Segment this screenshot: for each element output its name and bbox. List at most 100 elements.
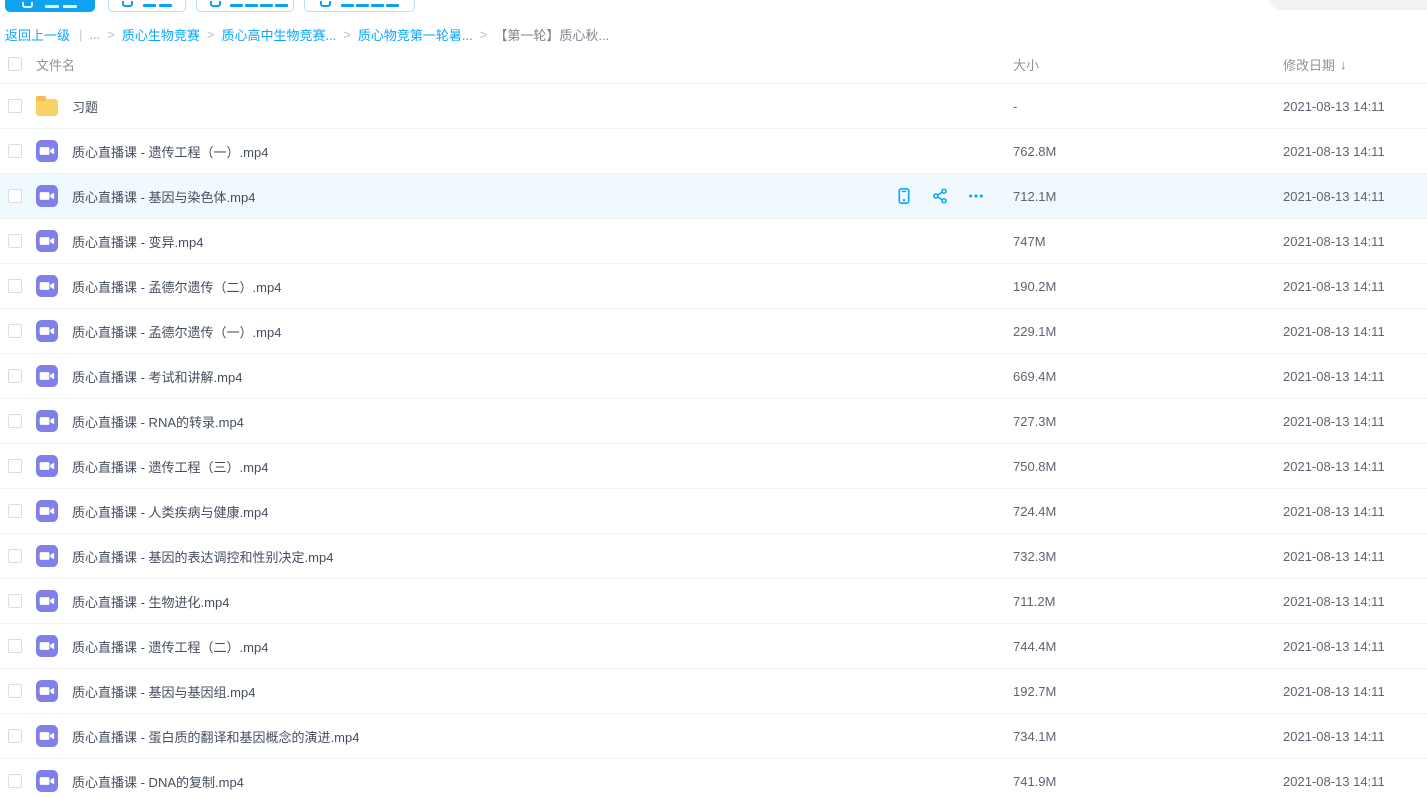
search-input[interactable]: [1268, 0, 1427, 10]
table-row[interactable]: 质心直播课 - 考试和讲解.mp4: [0, 353, 1427, 398]
row-checkbox[interactable]: [8, 414, 22, 428]
row-checkbox[interactable]: [8, 549, 22, 563]
file-size: 744.4M: [1013, 639, 1283, 654]
breadcrumb-ellipsis[interactable]: ...: [89, 27, 100, 42]
file-modified-date: 2021-08-13 14:11: [1283, 459, 1427, 474]
file-size: 750.8M: [1013, 459, 1283, 474]
toolbar-button-icon: [122, 1, 133, 7]
breadcrumb-separator: >: [107, 27, 115, 42]
file-name-link[interactable]: 质心直播课 - DNA的复制.mp4: [72, 772, 244, 791]
file-name-link[interactable]: 质心直播课 - 考试和讲解.mp4: [72, 367, 242, 386]
file-type-icon-slot: [36, 320, 58, 342]
share-icon[interactable]: [931, 187, 949, 205]
row-checkbox[interactable]: [8, 324, 22, 338]
file-size: 711.2M: [1013, 594, 1283, 609]
toolbar-primary-button[interactable]: [5, 0, 95, 12]
video-file-icon: [36, 320, 58, 342]
toolbar: [0, 0, 1427, 14]
row-checkbox[interactable]: [8, 594, 22, 608]
row-checkbox[interactable]: [8, 459, 22, 473]
toolbar-button-label-fragment: [356, 4, 369, 7]
table-row[interactable]: 质心直播课 - 人类疾病与健康.mp4: [0, 488, 1427, 533]
toolbar-button-icon: [22, 2, 33, 8]
file-modified-date: 2021-08-13 14:11: [1283, 279, 1427, 294]
file-type-icon-slot: [36, 545, 58, 567]
file-modified-date: 2021-08-13 14:11: [1283, 504, 1427, 519]
video-file-icon: [36, 410, 58, 432]
file-name-link[interactable]: 质心直播课 - 遗传工程（三）.mp4: [72, 457, 268, 476]
toolbar-button-2[interactable]: [108, 0, 186, 12]
back-to-parent-link[interactable]: 返回上一级: [5, 25, 70, 44]
row-checkbox[interactable]: [8, 189, 22, 203]
breadcrumb-link[interactable]: 质心生物竞赛: [122, 25, 200, 44]
row-checkbox[interactable]: [8, 639, 22, 653]
table-row[interactable]: 习题: [0, 83, 1427, 128]
more-actions-icon[interactable]: [967, 187, 985, 205]
file-name-link[interactable]: 质心直播课 - 遗传工程（二）.mp4: [72, 637, 268, 656]
table-row[interactable]: 质心直播课 - DNA的复制.mp4: [0, 758, 1427, 797]
file-type-icon-slot: [36, 770, 58, 792]
table-row[interactable]: 质心直播课 - 孟德尔遗传（二）.mp4: [0, 263, 1427, 308]
row-checkbox[interactable]: [8, 144, 22, 158]
file-modified-date: 2021-08-13 14:11: [1283, 684, 1427, 699]
file-modified-date: 2021-08-13 14:11: [1283, 234, 1427, 249]
file-name-link[interactable]: 习题: [72, 97, 98, 116]
row-checkbox[interactable]: [8, 684, 22, 698]
breadcrumb-separator: >: [480, 27, 488, 42]
file-type-icon-slot: [36, 635, 58, 657]
breadcrumb-separator: >: [343, 27, 351, 42]
table-row[interactable]: 质心直播课 - 基因的表达调控和性别决定.mp4: [0, 533, 1427, 578]
date-column-header[interactable]: 修改日期: [1283, 55, 1335, 74]
file-name-link[interactable]: 质心直播课 - 蛋白质的翻译和基因概念的演进.mp4: [72, 727, 359, 746]
table-row[interactable]: 质心直播课 - 生物进化.mp4: [0, 578, 1427, 623]
breadcrumb-link[interactable]: 质心物竞第一轮暑...: [358, 25, 473, 44]
table-row[interactable]: 质心直播课 - 基因与染色体.mp4: [0, 173, 1427, 218]
sort-descending-icon[interactable]: ↓: [1340, 57, 1347, 72]
table-row[interactable]: 质心直播课 - 蛋白质的翻译和基因概念的演进.mp4: [0, 713, 1427, 758]
send-to-phone-icon[interactable]: [895, 187, 913, 205]
select-all-checkbox[interactable]: [8, 57, 22, 71]
table-row[interactable]: 质心直播课 - 遗传工程（三）.mp4: [0, 443, 1427, 488]
file-size: 741.9M: [1013, 774, 1283, 789]
table-row[interactable]: 质心直播课 - 遗传工程（二）.mp4: [0, 623, 1427, 668]
file-name-link[interactable]: 质心直播课 - 遗传工程（一）.mp4: [72, 142, 268, 161]
toolbar-button-3[interactable]: [196, 0, 294, 12]
table-row[interactable]: 质心直播课 - 孟德尔遗传（一）.mp4: [0, 308, 1427, 353]
toolbar-button-label-fragment: [245, 4, 258, 7]
table-row[interactable]: 质心直播课 - RNA的转录.mp4: [0, 398, 1427, 443]
file-name-link[interactable]: 质心直播课 - 孟德尔遗传（二）.mp4: [72, 277, 281, 296]
file-name-link[interactable]: 质心直播课 - 基因与染色体.mp4: [72, 187, 255, 206]
row-checkbox[interactable]: [8, 279, 22, 293]
row-checkbox[interactable]: [8, 729, 22, 743]
file-type-icon-slot: [36, 725, 58, 747]
file-name-link[interactable]: 质心直播课 - 基因与基因组.mp4: [72, 682, 255, 701]
file-name-link[interactable]: 质心直播课 - 变异.mp4: [72, 232, 203, 251]
table-row[interactable]: 质心直播课 - 基因与基因组.mp4: [0, 668, 1427, 713]
file-modified-date: 2021-08-13 14:11: [1283, 639, 1427, 654]
file-type-icon-slot: [36, 95, 58, 117]
file-name-link[interactable]: 质心直播课 - 人类疾病与健康.mp4: [72, 502, 268, 521]
video-file-icon: [36, 680, 58, 702]
file-modified-date: 2021-08-13 14:11: [1283, 414, 1427, 429]
row-checkbox[interactable]: [8, 774, 22, 788]
toolbar-button-label-fragment: [230, 4, 243, 7]
video-file-icon: [36, 365, 58, 387]
row-checkbox[interactable]: [8, 234, 22, 248]
table-row[interactable]: 质心直播课 - 遗传工程（一）.mp4: [0, 128, 1427, 173]
row-checkbox[interactable]: [8, 504, 22, 518]
breadcrumb-separator: >: [207, 27, 215, 42]
file-type-icon-slot: [36, 455, 58, 477]
file-name-link[interactable]: 质心直播课 - RNA的转录.mp4: [72, 412, 244, 431]
video-file-icon: [36, 230, 58, 252]
file-name-link[interactable]: 质心直播课 - 生物进化.mp4: [72, 592, 229, 611]
toolbar-button-4[interactable]: [304, 0, 415, 12]
table-row[interactable]: 质心直播课 - 变异.mp4: [0, 218, 1427, 263]
file-name-link[interactable]: 质心直播课 - 基因的表达调控和性别决定.mp4: [72, 547, 333, 566]
breadcrumb-link[interactable]: 质心高中生物竞赛...: [221, 25, 336, 44]
row-checkbox[interactable]: [8, 99, 22, 113]
file-size: -: [1013, 99, 1283, 114]
video-file-icon: [36, 140, 58, 162]
row-checkbox[interactable]: [8, 369, 22, 383]
file-size: 762.8M: [1013, 144, 1283, 159]
file-name-link[interactable]: 质心直播课 - 孟德尔遗传（一）.mp4: [72, 322, 281, 341]
